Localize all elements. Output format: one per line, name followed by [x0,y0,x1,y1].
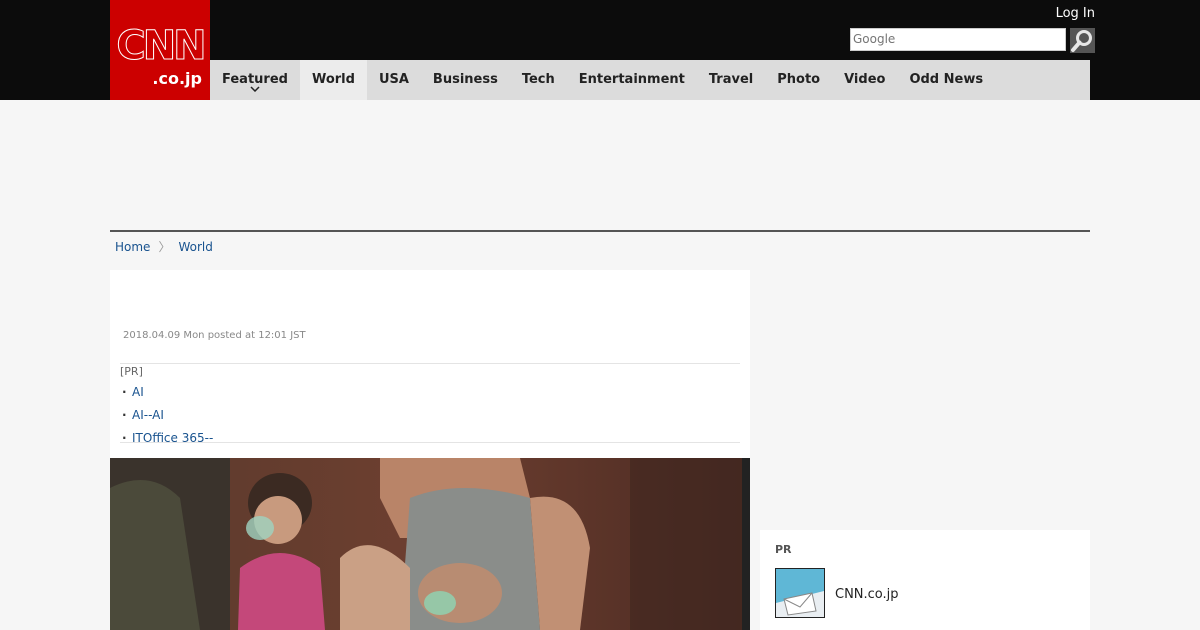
nav-item-video[interactable]: Video [832,60,897,100]
logo-domain: .co.jp [152,69,202,88]
nav-item-photo[interactable]: Photo [765,60,832,100]
search-input[interactable] [850,28,1066,51]
nav-item-featured[interactable]: Featured [210,60,300,100]
breadcrumb: Home 〉 World [115,238,213,255]
pr-link[interactable]: AI--AI [120,404,213,427]
article-photo [110,458,750,630]
pr-block: [PR] AI AI--AI ITOffice 365-- [120,363,740,450]
nav-item-entertainment[interactable]: Entertainment [567,60,697,100]
search-icon [1071,30,1092,52]
logo-wordmark: CNN [116,23,207,69]
nav-item-travel[interactable]: Travel [697,60,765,100]
article-date: 2018.04.09 Mon posted at 12:01 JST [123,330,306,341]
pr-link[interactable]: AI [120,381,213,404]
pr-link[interactable]: ITOffice 365-- [120,427,213,450]
pr-link-list: AI AI--AI ITOffice 365-- [120,381,213,450]
breadcrumb-home[interactable]: Home [115,240,150,254]
search-button[interactable] [1070,28,1095,53]
sidebar-pr-thumbnail[interactable] [775,568,825,618]
pr-tag: [PR] [120,365,143,378]
chevron-down-icon [250,86,260,92]
sidebar-pr-text[interactable]: CNN.co.jp [835,587,899,602]
section-divider [110,230,1090,232]
sidebar-pr-card: PR CNN.co.jp [760,530,1090,630]
main-nav: Featured World USA Business Tech Enterta… [210,60,1090,100]
article-card: 2018.04.09 Mon posted at 12:01 JST [PR] … [110,270,750,630]
cnn-logo[interactable]: CNN .co.jp [110,0,210,100]
breadcrumb-separator-icon: 〉 [158,240,171,254]
nav-item-tech[interactable]: Tech [510,60,567,100]
nav-item-world[interactable]: World [299,60,367,100]
nav-item-usa[interactable]: USA [367,60,421,100]
sidebar-pr-label: PR [775,543,792,556]
login-link[interactable]: Log In [1056,6,1095,21]
nav-item-business[interactable]: Business [421,60,510,100]
mail-icon [776,569,824,617]
article-photo-image [110,458,750,630]
nav-item-odd-news[interactable]: Odd News [897,60,995,100]
breadcrumb-world[interactable]: World [178,240,212,254]
